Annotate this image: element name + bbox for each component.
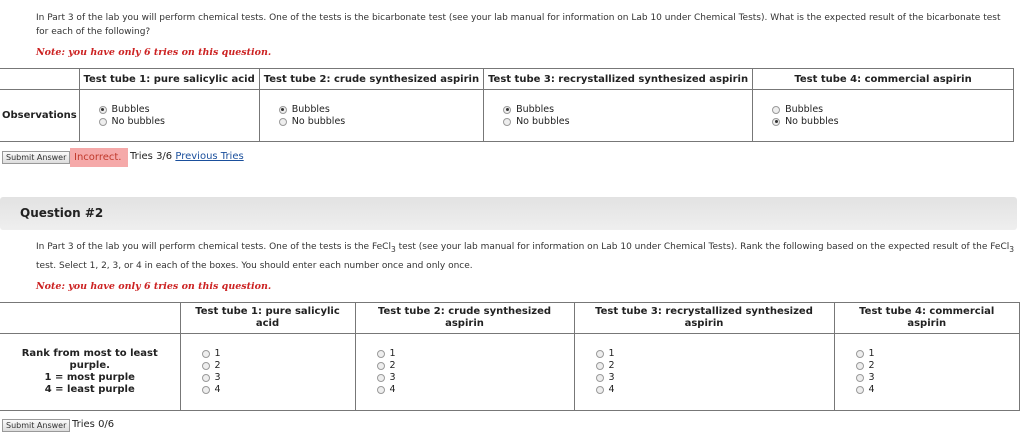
question1-status-badge: Incorrect.: [70, 148, 128, 167]
radio-icon[interactable]: [201, 374, 210, 382]
tube2-observation-cell: Bubbles No bubbles: [258, 89, 485, 142]
tube2-rank-option-3[interactable]: 3: [376, 372, 573, 384]
radio-icon[interactable]: [595, 362, 604, 370]
radio-selected-icon[interactable]: [278, 105, 287, 114]
tube2-bubbles-option[interactable]: Bubbles: [278, 104, 482, 116]
column-header-tube3: Test tube 3: recrystallized synthesized …: [483, 68, 754, 90]
tube3-bubbles-option[interactable]: Bubbles: [503, 104, 751, 116]
question2-header: Question #2: [0, 197, 1017, 230]
question1-tries-note: Note: you have only 6 tries on this ques…: [36, 47, 272, 58]
radio-icon[interactable]: [98, 117, 107, 126]
tube2-rank-option-2[interactable]: 2: [376, 360, 573, 372]
question1-prompt: In Part 3 of the lab you will perform ch…: [36, 13, 1001, 37]
question2-title: Question #2: [20, 206, 104, 220]
tube3-no-bubbles-option[interactable]: No bubbles: [503, 116, 751, 128]
radio-icon[interactable]: [772, 105, 781, 114]
table-corner: [0, 302, 181, 334]
tube4-rank-option-4[interactable]: 4: [855, 384, 1019, 396]
table-corner: [0, 68, 80, 90]
tube4-rank-cell: 1 2 3 4: [833, 333, 1020, 411]
radio-icon[interactable]: [201, 350, 210, 358]
radio-icon[interactable]: [201, 362, 210, 370]
tube4-no-bubbles-option[interactable]: No bubbles: [772, 116, 1012, 128]
radio-icon[interactable]: [855, 362, 864, 370]
radio-icon[interactable]: [595, 374, 604, 382]
tube3-rank-option-4[interactable]: 4: [595, 384, 833, 396]
column-header-tube1: Test tube 1: pure salicylic acid: [78, 68, 260, 90]
tube2-no-bubbles-option[interactable]: No bubbles: [278, 116, 482, 128]
radio-icon[interactable]: [376, 362, 385, 370]
tube1-rank-option-2[interactable]: 2: [201, 360, 354, 372]
tube1-rank-option-1[interactable]: 1: [201, 348, 354, 360]
radio-icon[interactable]: [376, 374, 385, 382]
tube4-observation-cell: Bubbles No bubbles: [752, 89, 1014, 142]
tube1-bubbles-option[interactable]: Bubbles: [98, 104, 258, 116]
tube1-rank-cell: 1 2 3 4: [179, 333, 356, 411]
question1-submit-button[interactable]: Submit Answer: [2, 151, 71, 164]
radio-icon[interactable]: [376, 386, 385, 394]
tube3-rank-cell: 1 2 3 4: [573, 333, 835, 411]
radio-icon[interactable]: [855, 374, 864, 382]
radio-icon[interactable]: [503, 117, 512, 126]
tube4-rank-option-3[interactable]: 3: [855, 372, 1019, 384]
tube4-rank-option-1[interactable]: 1: [855, 348, 1019, 360]
rank-row-label: Rank from most to least purple. 1 = most…: [0, 333, 181, 411]
radio-icon[interactable]: [855, 350, 864, 358]
radio-selected-icon[interactable]: [503, 105, 512, 114]
row-label-observations: Observations: [0, 89, 80, 142]
question1-tries-count: Tries 3/6: [130, 151, 173, 162]
rank-column-header-tube4: Test tube 4: commercial aspirin: [833, 302, 1020, 334]
radio-selected-icon[interactable]: [772, 117, 781, 126]
radio-icon[interactable]: [201, 386, 210, 394]
radio-selected-icon[interactable]: [98, 105, 107, 114]
question2-tries-count: Tries 0/6: [72, 419, 115, 430]
radio-icon[interactable]: [376, 350, 385, 358]
tube2-rank-option-1[interactable]: 1: [376, 348, 573, 360]
rank-column-header-tube1: Test tube 1: pure salicylic acid: [179, 302, 356, 334]
tube2-rank-option-4[interactable]: 4: [376, 384, 573, 396]
radio-icon[interactable]: [595, 350, 604, 358]
previous-tries-link[interactable]: Previous Tries: [175, 151, 243, 162]
rank-column-header-tube3: Test tube 3: recrystallized synthesized a…: [573, 302, 835, 334]
column-header-tube4: Test tube 4: commercial aspirin: [752, 68, 1014, 90]
tube3-rank-option-3[interactable]: 3: [595, 372, 833, 384]
tube4-bubbles-option[interactable]: Bubbles: [772, 104, 1012, 116]
tube3-rank-option-2[interactable]: 2: [595, 360, 833, 372]
radio-icon[interactable]: [595, 386, 604, 394]
tube3-observation-cell: Bubbles No bubbles: [483, 89, 754, 142]
question2-tries-note: Note: you have only 6 tries on this ques…: [36, 281, 272, 292]
radio-icon[interactable]: [278, 117, 287, 126]
question2-table: Test tube 1: pure salicylic acid Test tub…: [0, 302, 1020, 411]
tube3-rank-option-1[interactable]: 1: [595, 348, 833, 360]
tube2-rank-cell: 1 2 3 4: [354, 333, 575, 411]
question1-table: Test tube 1: pure salicylic acid Test tu…: [0, 68, 1014, 142]
tube1-observation-cell: Bubbles No bubbles: [78, 89, 260, 142]
tube1-no-bubbles-option[interactable]: No bubbles: [98, 116, 258, 128]
tube4-rank-option-2[interactable]: 2: [855, 360, 1019, 372]
tube1-rank-option-4[interactable]: 4: [201, 384, 354, 396]
radio-icon[interactable]: [855, 386, 864, 394]
tube1-rank-option-3[interactable]: 3: [201, 372, 354, 384]
question1-tries-line: Tries 3/6 Previous Tries: [130, 151, 244, 162]
question2-prompt: In Part 3 of the lab you will perform ch…: [36, 242, 1015, 271]
question2-submit-button[interactable]: Submit Answer: [2, 419, 71, 432]
column-header-tube2: Test tube 2: crude synthesized aspirin: [258, 68, 485, 90]
rank-column-header-tube2: Test tube 2: crude synthesized aspirin: [354, 302, 575, 334]
